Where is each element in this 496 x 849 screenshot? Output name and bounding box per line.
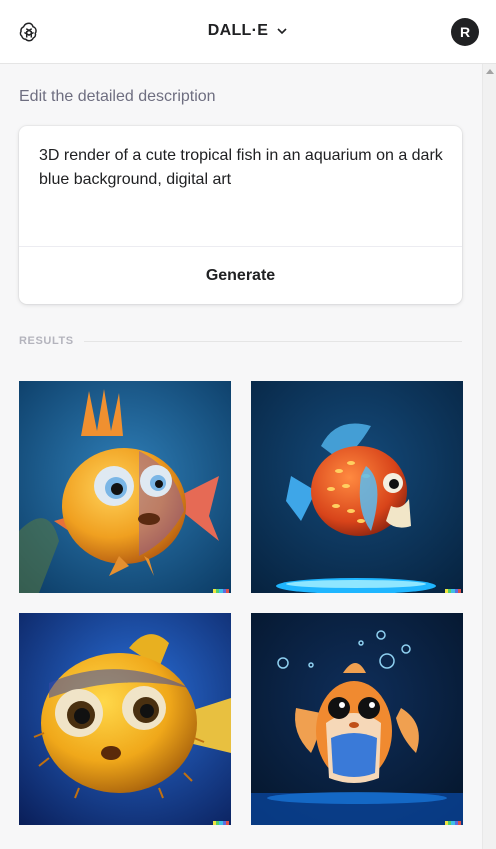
fish-image-4: [251, 613, 463, 825]
prompt-input[interactable]: 3D render of a cute tropical fish in an …: [39, 144, 449, 192]
watermark: [213, 589, 230, 593]
results-heading: RESULTS: [19, 335, 74, 347]
watermark: [445, 589, 462, 593]
app-title-dropdown[interactable]: DALL·E: [208, 22, 288, 40]
app-title-wrap: DALL·E: [0, 22, 496, 40]
prompt-card: 3D render of a cute tropical fish in an …: [19, 126, 462, 304]
app-title: DALL·E: [207, 22, 269, 39]
fish-image-3: [19, 613, 231, 825]
watermark: [445, 821, 462, 825]
result-image-1[interactable]: [19, 381, 231, 593]
generate-button[interactable]: Generate: [19, 247, 462, 304]
result-image-4[interactable]: [251, 613, 463, 825]
results-divider: [84, 341, 462, 342]
avatar[interactable]: R: [451, 18, 479, 46]
result-image-3[interactable]: [19, 613, 231, 825]
edit-description-label: Edit the detailed description: [19, 88, 216, 105]
chevron-down-icon: [277, 28, 287, 35]
scrollbar[interactable]: [482, 64, 496, 849]
watermark: [213, 821, 230, 825]
scroll-up-arrow-icon[interactable]: [486, 69, 494, 74]
result-image-2[interactable]: [251, 381, 463, 593]
fish-image-2: [251, 381, 463, 593]
top-bar: DALL·E R: [0, 0, 496, 64]
fish-image-1: [19, 381, 231, 593]
